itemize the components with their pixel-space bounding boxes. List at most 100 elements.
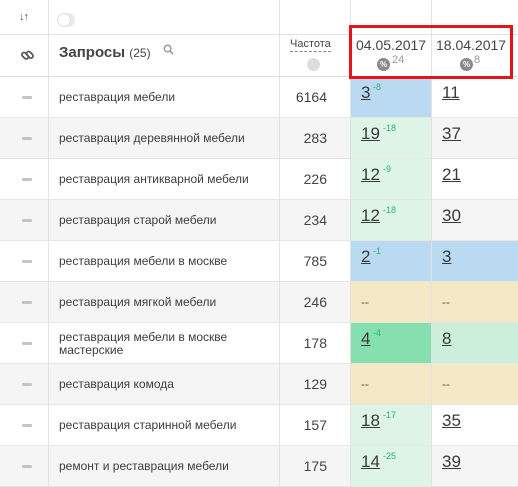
position-cell-1: 19 -18	[351, 118, 431, 158]
position-cell-1: 3 -8	[351, 77, 431, 117]
position-cell-2: 8	[432, 323, 518, 363]
position-cell-1: --	[351, 364, 431, 404]
position-cell-2: 39	[432, 446, 518, 486]
frequency-value: 283	[303, 130, 327, 146]
table-row: реставрация мягкой мебели 246 -- --	[0, 282, 518, 323]
position-value[interactable]: 19	[361, 124, 380, 144]
search-icon[interactable]	[163, 44, 174, 58]
table-row: реставрация мебели в москве мастерские 1…	[0, 323, 518, 364]
queries-count: (25)	[129, 46, 151, 60]
position-change: -4	[373, 328, 382, 338]
date-highlight-box	[349, 25, 513, 79]
query-text: реставрация старинной мебели	[59, 418, 237, 432]
position-change: -18	[383, 205, 397, 215]
frequency-value: 175	[303, 458, 327, 474]
frequency-value: 246	[303, 294, 327, 310]
position-value[interactable]: 37	[442, 124, 461, 144]
position-cell-2: 21	[432, 159, 518, 199]
position-cell-1: 14 -25	[351, 446, 431, 486]
position-value[interactable]: 21	[442, 165, 461, 185]
row-dash[interactable]	[22, 260, 32, 263]
position-value[interactable]: 3	[442, 247, 451, 267]
position-value[interactable]: 35	[442, 411, 461, 431]
frequency-value: 785	[303, 253, 327, 269]
position-cell-2: 3	[432, 241, 518, 281]
table-row: реставрация мебели 6164 3 -8 11	[0, 77, 518, 118]
query-text: реставрация комода	[59, 377, 174, 391]
frequency-value: 6164	[295, 89, 327, 105]
link-icon[interactable]	[20, 48, 35, 67]
frequency-value: 157	[303, 417, 327, 433]
query-text-line-2: мастерские	[59, 343, 124, 357]
table-row: реставрация антикварной мебели 226 12 -9…	[0, 159, 518, 200]
column-divider	[48, 0, 49, 487]
table-row: реставрация комода 129 -- --	[0, 364, 518, 405]
frequency-value: 234	[303, 212, 327, 228]
position-cell-1: 12 -9	[351, 159, 431, 199]
table-row: ремонт и реставрация мебели 175 14 -25 3…	[0, 446, 518, 487]
query-text: реставрация мебели в москве	[59, 254, 228, 268]
query-text: реставрация старой мебели	[59, 213, 217, 227]
table-row: реставрация деревянной мебели 283 19 -18…	[0, 118, 518, 159]
position-value[interactable]: 14	[361, 452, 380, 472]
query-text: ремонт и реставрация мебели	[59, 459, 229, 473]
position-change: -18	[383, 123, 397, 133]
frequency-value: 178	[303, 335, 327, 351]
table-row: реставрация старинной мебели 157 18 -17 …	[0, 405, 518, 446]
queries-title: Запросы	[59, 44, 126, 61]
row-dash[interactable]	[22, 137, 32, 140]
position-cell-1: 12 -18	[351, 200, 431, 240]
no-position: --	[361, 295, 369, 309]
no-position: --	[442, 377, 450, 391]
table-row: реставрация мебели в москве 785 2 -1 3	[0, 241, 518, 282]
position-change: -1	[373, 246, 382, 256]
globe-icon	[307, 58, 320, 71]
position-cell-2: 30	[432, 200, 518, 240]
frequency-value: 129	[303, 376, 327, 392]
row-dash[interactable]	[22, 301, 32, 304]
queries-header[interactable]: Запросы (25)	[59, 44, 151, 61]
query-text: реставрация деревянной мебели	[59, 131, 245, 145]
query-text: реставрация мягкой мебели	[59, 295, 217, 309]
position-value[interactable]: 39	[442, 452, 461, 472]
column-divider	[279, 0, 280, 487]
row-dash[interactable]	[22, 96, 32, 99]
row-dash[interactable]	[22, 465, 32, 468]
position-value[interactable]: 18	[361, 411, 380, 431]
position-cell-2: --	[432, 282, 518, 322]
position-cell-1: 4 -4	[351, 323, 431, 363]
query-text: реставрация антикварной мебели	[59, 172, 249, 186]
position-change: -25	[383, 451, 397, 461]
row-dash[interactable]	[22, 219, 32, 222]
sort-icon[interactable]: ↓↑	[19, 11, 29, 23]
position-change: -17	[383, 410, 397, 420]
no-position: --	[442, 295, 450, 309]
position-cell-2: --	[432, 364, 518, 404]
position-value[interactable]: 2	[361, 247, 370, 267]
row-dash[interactable]	[22, 383, 32, 386]
position-cell-1: --	[351, 282, 431, 322]
position-value[interactable]: 3	[361, 83, 370, 103]
position-cell-1: 18 -17	[351, 405, 431, 445]
position-cell-2: 37	[432, 118, 518, 158]
position-value[interactable]: 4	[361, 329, 370, 349]
position-change: -8	[373, 82, 382, 92]
position-value[interactable]: 11	[442, 83, 460, 103]
row-dash[interactable]	[22, 178, 32, 181]
query-text: реставрация мебели	[59, 90, 176, 104]
no-position: --	[361, 377, 369, 391]
position-value[interactable]: 8	[442, 329, 451, 349]
position-cell-2: 11	[432, 77, 518, 117]
frequency-header[interactable]: Частота	[290, 38, 331, 52]
position-change: -9	[383, 164, 392, 174]
position-cell-1: 2 -1	[351, 241, 431, 281]
frequency-value: 226	[303, 171, 327, 187]
position-value[interactable]: 12	[361, 206, 380, 226]
view-toggle[interactable]	[57, 13, 75, 27]
table-row: реставрация старой мебели 234 12 -18 30	[0, 200, 518, 241]
row-dash[interactable]	[22, 342, 32, 345]
row-dash[interactable]	[22, 424, 32, 427]
position-value[interactable]: 30	[442, 206, 461, 226]
position-cell-2: 35	[432, 405, 518, 445]
position-value[interactable]: 12	[361, 165, 380, 185]
